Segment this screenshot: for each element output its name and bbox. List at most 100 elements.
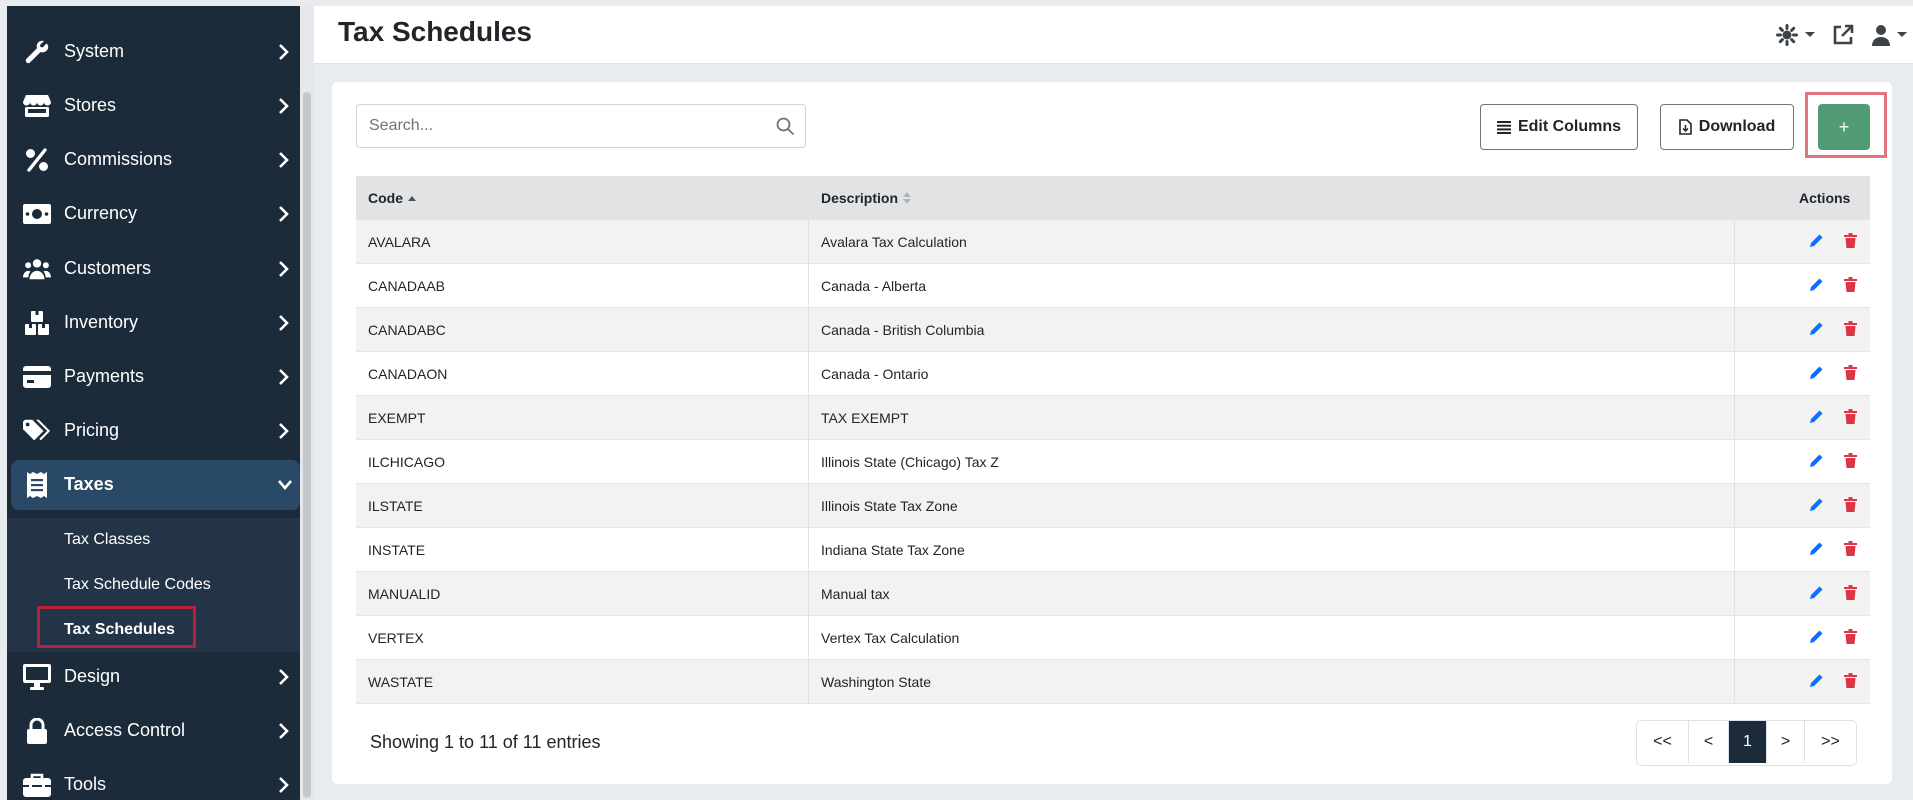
sidebar-item-payments[interactable]: Payments — [7, 352, 300, 402]
column-header-actions: Actions — [1799, 190, 1851, 206]
add-label: + — [1838, 116, 1850, 137]
external-link-button[interactable] — [1832, 22, 1854, 48]
column-header-description[interactable]: Description — [821, 190, 912, 206]
sidebar-item-system[interactable]: System — [7, 27, 300, 77]
column-divider — [1734, 484, 1735, 528]
column-divider — [808, 616, 809, 660]
cell-code: CANADAAB — [368, 278, 446, 294]
trash-icon[interactable] — [1844, 541, 1857, 559]
cell-code: CANADABC — [368, 322, 446, 338]
column-divider — [808, 440, 809, 484]
first-page-button[interactable]: << — [1637, 721, 1689, 763]
next-page-button[interactable]: > — [1767, 721, 1805, 763]
caret-down-icon — [1897, 32, 1907, 37]
cell-description: Canada - Ontario — [821, 366, 929, 382]
trash-icon[interactable] — [1844, 673, 1857, 691]
sidebar: System Stores Commissions Currency Custo… — [7, 6, 300, 800]
edit-icon[interactable] — [1809, 453, 1824, 471]
trash-icon[interactable] — [1844, 321, 1857, 339]
trash-icon[interactable] — [1844, 409, 1857, 427]
sun-gear-icon — [1776, 24, 1798, 46]
sidebar-scrollbar-thumb[interactable] — [303, 92, 311, 798]
trash-icon[interactable] — [1844, 629, 1857, 647]
sidebar-item-label: System — [64, 41, 125, 61]
cell-description: Canada - British Columbia — [821, 322, 985, 338]
edit-icon[interactable] — [1809, 277, 1824, 295]
column-divider — [808, 484, 809, 528]
chevron-right-icon — [279, 152, 289, 168]
column-divider — [808, 220, 809, 264]
cell-description: Canada - Alberta — [821, 278, 927, 294]
chevron-right-icon — [279, 261, 289, 277]
edit-columns-button[interactable]: Edit Columns — [1480, 104, 1638, 150]
sidebar-item-label: Customers — [64, 258, 152, 278]
last-page-button[interactable]: >> — [1805, 721, 1856, 763]
sidebar-item-taxes[interactable]: Taxes — [11, 460, 300, 510]
taxes-submenu: Tax Classes Tax Schedule Codes Tax Sched… — [7, 518, 300, 652]
sidebar-item-tools[interactable]: Tools — [7, 760, 300, 800]
sidebar-item-design[interactable]: Design — [7, 652, 300, 702]
search-input[interactable] — [357, 105, 781, 147]
chevron-right-icon — [279, 669, 289, 685]
theme-menu[interactable] — [1776, 22, 1816, 48]
add-button[interactable]: + — [1818, 104, 1870, 150]
edit-icon[interactable] — [1809, 629, 1824, 647]
column-divider — [1734, 616, 1735, 660]
table-row: CANADAAB Canada - Alberta — [356, 264, 1870, 308]
page-1-button[interactable]: 1 — [1729, 721, 1767, 763]
sort-icon — [903, 192, 912, 204]
table-row: CANADABC Canada - British Columbia — [356, 308, 1870, 352]
table-row: EXEMPT TAX EXEMPT — [356, 396, 1870, 440]
edit-icon[interactable] — [1809, 497, 1824, 515]
edit-icon[interactable] — [1809, 541, 1824, 559]
prev-page-button[interactable]: < — [1689, 721, 1729, 763]
cell-code: VERTEX — [368, 630, 424, 646]
download-button[interactable]: Download — [1660, 104, 1794, 150]
search-icon[interactable] — [775, 116, 795, 141]
cell-description: Washington State — [821, 674, 931, 690]
trash-icon[interactable] — [1844, 277, 1857, 295]
submenu-item-tax-classes[interactable]: Tax Classes — [64, 531, 150, 549]
sidebar-item-inventory[interactable]: Inventory — [7, 298, 300, 348]
table-row: MANUALID Manual tax — [356, 572, 1870, 616]
lock-icon — [23, 718, 51, 744]
table-row: VERTEX Vertex Tax Calculation — [356, 616, 1870, 660]
sidebar-item-access-control[interactable]: Access Control — [7, 706, 300, 756]
trash-icon[interactable] — [1844, 453, 1857, 471]
column-divider — [808, 660, 809, 704]
edit-icon[interactable] — [1809, 321, 1824, 339]
sidebar-item-currency[interactable]: Currency — [7, 189, 300, 239]
cell-description: Indiana State Tax Zone — [821, 542, 965, 558]
download-label: Download — [1698, 118, 1776, 135]
trash-icon[interactable] — [1844, 233, 1857, 251]
chevron-right-icon — [279, 98, 289, 114]
sidebar-item-pricing[interactable]: Pricing — [7, 406, 300, 456]
column-divider — [808, 396, 809, 440]
column-divider — [808, 572, 809, 616]
column-divider — [1734, 396, 1735, 440]
trash-icon[interactable] — [1844, 497, 1857, 515]
trash-icon[interactable] — [1844, 585, 1857, 603]
cell-description: Illinois State (Chicago) Tax Z — [821, 454, 999, 470]
edit-icon[interactable] — [1809, 409, 1824, 427]
sidebar-item-customers[interactable]: Customers — [7, 244, 300, 294]
toolbox-icon — [23, 772, 51, 798]
edit-icon[interactable] — [1809, 365, 1824, 383]
user-menu[interactable] — [1871, 22, 1908, 48]
column-header-code[interactable]: Code — [368, 190, 417, 206]
sidebar-item-label: Payments — [64, 366, 145, 386]
column-divider — [808, 352, 809, 396]
cell-description: Manual tax — [821, 586, 890, 602]
sidebar-item-stores[interactable]: Stores — [7, 81, 300, 131]
table-body: AVALARA Avalara Tax Calculation CANADAAB Ca… — [356, 220, 1870, 704]
submenu-item-tax-schedule-codes[interactable]: Tax Schedule Codes — [64, 576, 211, 594]
table-row: AVALARA Avalara Tax Calculation — [356, 220, 1870, 264]
edit-icon[interactable] — [1809, 233, 1824, 251]
sidebar-item-label: Commissions — [64, 149, 173, 169]
sidebar-item-commissions[interactable]: Commissions — [7, 135, 300, 185]
trash-icon[interactable] — [1844, 365, 1857, 383]
column-divider — [1734, 308, 1735, 352]
edit-icon[interactable] — [1809, 585, 1824, 603]
chevron-down-icon — [278, 480, 292, 490]
edit-icon[interactable] — [1809, 673, 1824, 691]
